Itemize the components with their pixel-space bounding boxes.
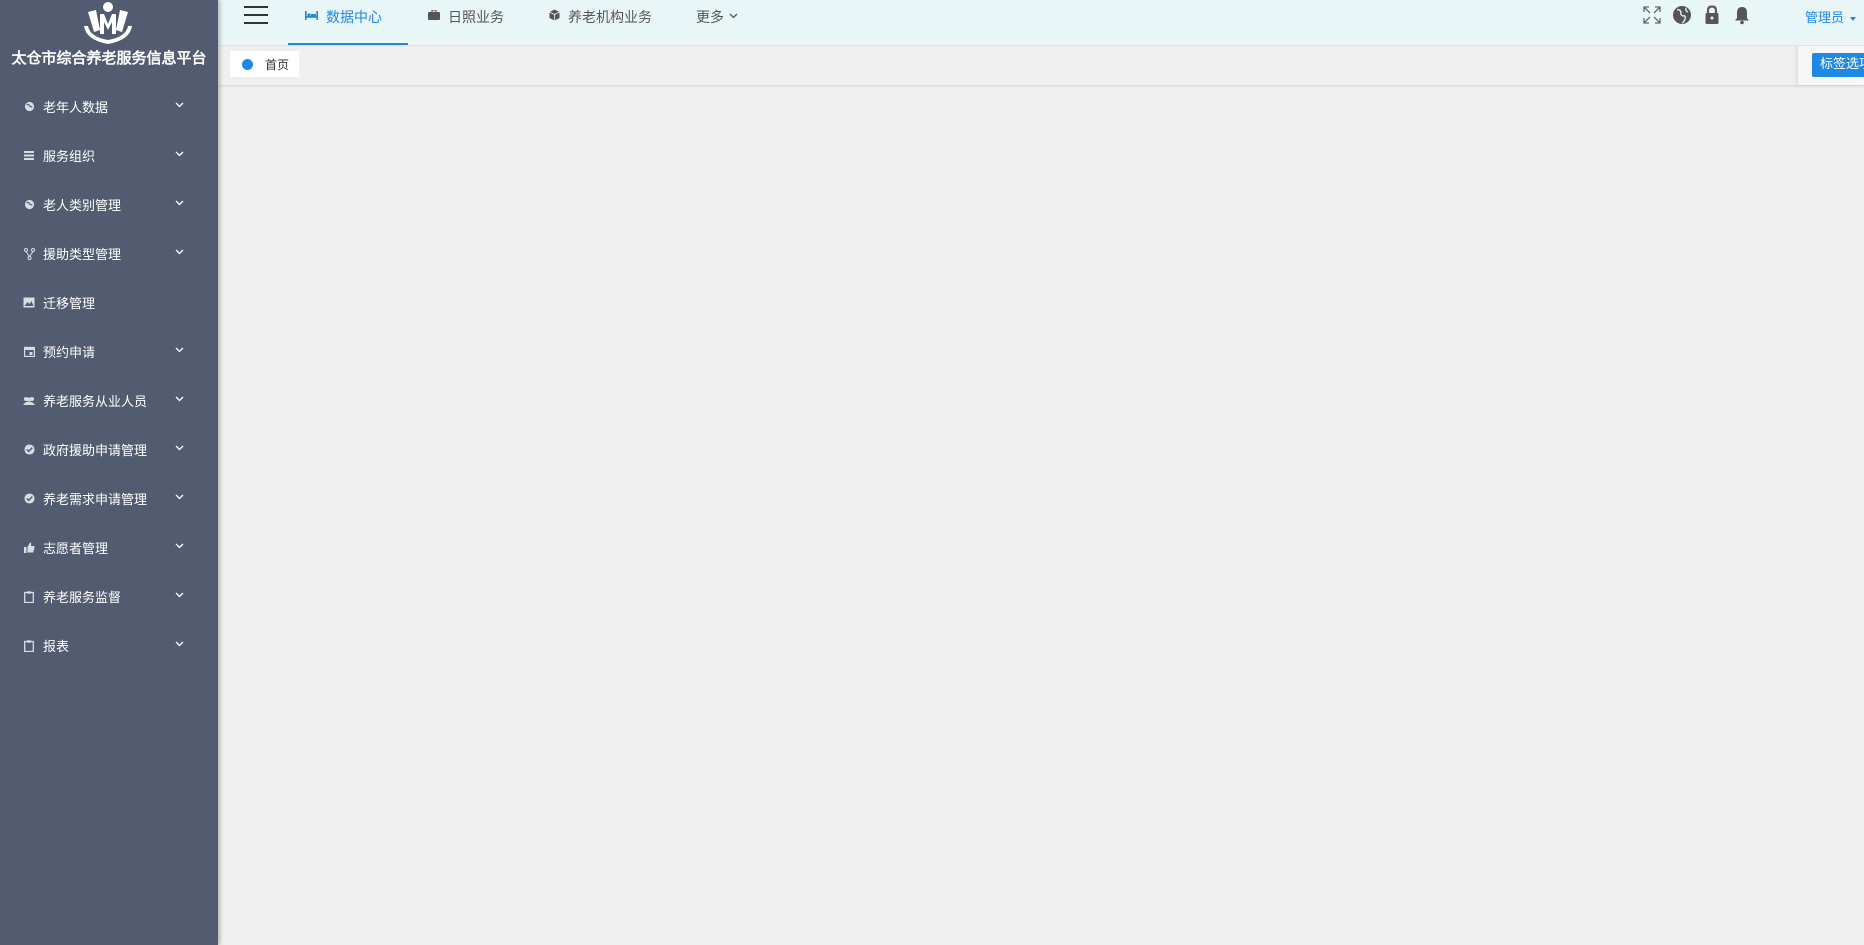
sidebar-item-demand-app[interactable]: 养老需求申请管理 — [0, 474, 218, 523]
chevron-down-icon — [175, 494, 184, 500]
globe-icon[interactable] — [1672, 5, 1692, 25]
chevron-down-icon — [175, 200, 184, 206]
user-name: 管理员 — [1804, 11, 1844, 26]
group-icon — [23, 395, 35, 407]
logo: 太仓市综合养老服务信息平台 — [0, 0, 218, 78]
globe-icon — [23, 101, 35, 113]
tab-label: 更多 — [696, 10, 724, 26]
check-circle-icon — [23, 493, 35, 505]
sidebar-menu: 老年人数据 服务组织 老人类别管理 援助类型管理 迁移管理 预约申请 养老服务从… — [0, 82, 218, 670]
tab-more[interactable]: 更多 — [696, 0, 738, 45]
sidebar-item-appointment[interactable]: 预约申请 — [0, 327, 218, 376]
tab-label: 数据中心 — [326, 10, 382, 26]
sidebar-item-label: 养老需求申请管理 — [43, 493, 148, 508]
user-menu[interactable]: 管理员 — [1805, 7, 1856, 26]
sidebar-item-volunteer[interactable]: 志愿者管理 — [0, 523, 218, 572]
sidebar-item-label: 养老服务从业人员 — [43, 395, 148, 410]
sidebar-item-supervision[interactable]: 养老服务监督 — [0, 572, 218, 621]
bed-icon — [305, 7, 318, 23]
bell-icon[interactable] — [1732, 5, 1752, 25]
tag-options-wrap: 标签选项 — [1798, 45, 1864, 85]
fullscreen-icon[interactable] — [1642, 5, 1662, 25]
active-dot-icon — [242, 58, 253, 70]
chevron-down-icon — [175, 347, 184, 353]
briefcase-icon — [428, 7, 440, 23]
sidebar-item-migration[interactable]: 迁移管理 — [0, 278, 218, 327]
sidebar-item-gov-aid[interactable]: 政府援助申请管理 — [0, 425, 218, 474]
menu-toggle-icon[interactable] — [244, 6, 268, 26]
tag-options-button[interactable]: 标签选项 — [1812, 53, 1864, 77]
caret-down-icon — [1850, 16, 1856, 21]
tab-daycare[interactable]: 日照业务 — [428, 0, 504, 45]
page-tab-home[interactable]: 首页 — [230, 51, 300, 77]
tab-label: 养老机构业务 — [568, 10, 652, 26]
sidebar-item-service-org[interactable]: 服务组织 — [0, 131, 218, 180]
globe-icon — [23, 199, 35, 211]
sidebar-item-elderly-data[interactable]: 老年人数据 — [0, 82, 218, 131]
sidebar-item-label: 养老服务监督 — [43, 591, 122, 606]
sidebar-item-label: 预约申请 — [43, 346, 96, 361]
chevron-down-icon — [175, 445, 184, 451]
chevron-down-icon — [729, 13, 738, 19]
list-icon — [23, 150, 35, 162]
tab-label: 日照业务 — [448, 10, 504, 26]
thumbs-up-icon — [23, 542, 35, 554]
clipboard-icon — [23, 639, 35, 652]
cube-icon — [549, 7, 560, 23]
image-icon — [23, 297, 35, 309]
sidebar-item-label: 志愿者管理 — [43, 542, 109, 557]
sidebar-item-reports[interactable]: 报表 — [0, 621, 218, 670]
main-content — [218, 86, 1864, 945]
sidebar-item-label: 援助类型管理 — [43, 248, 122, 263]
tab-institution[interactable]: 养老机构业务 — [549, 0, 652, 45]
page-tabs-bar: 首页 标签选项 — [218, 45, 1864, 86]
sidebar-item-label: 迁移管理 — [43, 297, 96, 312]
chevron-down-icon — [175, 641, 184, 647]
sidebar: 太仓市综合养老服务信息平台 老年人数据 服务组织 老人类别管理 援助类型管理 迁… — [0, 0, 218, 945]
chevron-down-icon — [175, 396, 184, 402]
sidebar-item-label: 服务组织 — [43, 150, 96, 165]
check-circle-icon — [23, 444, 35, 456]
sidebar-item-label: 老年人数据 — [43, 101, 109, 116]
sidebar-item-aid-type[interactable]: 援助类型管理 — [0, 229, 218, 278]
page-tab-label: 首页 — [265, 57, 290, 72]
sidebar-item-service-staff[interactable]: 养老服务从业人员 — [0, 376, 218, 425]
logo-icon — [84, 2, 132, 44]
fork-icon — [23, 247, 35, 260]
top-bar: 数据中心 日照业务 养老机构业务 更多 管理员 — [218, 0, 1864, 46]
tab-data-center[interactable]: 数据中心 — [288, 0, 408, 45]
chevron-down-icon — [175, 543, 184, 549]
app-brand: 太仓市综合养老服务信息平台 — [11, 49, 207, 67]
chevron-down-icon — [175, 249, 184, 255]
sidebar-item-elderly-category[interactable]: 老人类别管理 — [0, 180, 218, 229]
chevron-down-icon — [175, 151, 184, 157]
chevron-down-icon — [175, 592, 184, 598]
sidebar-item-label: 报表 — [43, 640, 70, 655]
clipboard-icon — [23, 590, 35, 603]
chevron-down-icon — [175, 102, 184, 108]
lock-icon[interactable] — [1702, 5, 1722, 25]
sidebar-item-label: 老人类别管理 — [43, 199, 122, 214]
calendar-icon — [23, 346, 35, 358]
sidebar-item-label: 政府援助申请管理 — [43, 444, 148, 459]
